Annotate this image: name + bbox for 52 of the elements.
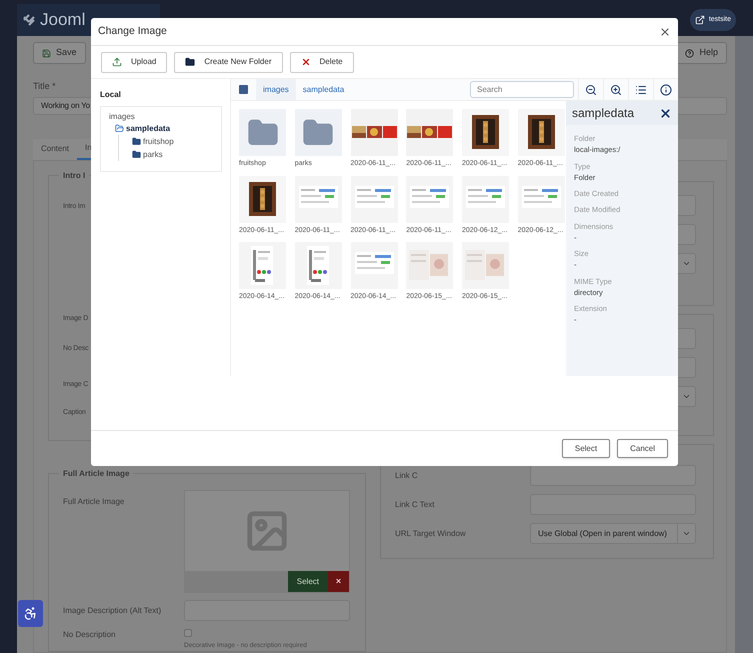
field-label: No Description [63, 629, 116, 642]
field-label: Title * [33, 80, 56, 93]
field-label: Image Description (Alt Text) [63, 604, 162, 617]
tree-item[interactable]: sampledata [126, 122, 170, 134]
zoom-out-icon [585, 84, 597, 96]
modal-title: Change Image [98, 24, 167, 39]
toolbar-button[interactable]: Create New Folder [174, 52, 282, 72]
logo-text: Jooml [40, 9, 86, 32]
footer-button[interactable]: Cancel [617, 439, 668, 458]
toolbar-button[interactable]: Delete [290, 52, 354, 72]
save-icon [42, 48, 51, 58]
clear-button[interactable]: × [328, 571, 349, 592]
close-button[interactable] [659, 106, 672, 120]
close-icon [659, 26, 671, 38]
breadcrumb-item[interactable]: images [256, 79, 296, 100]
select-field[interactable]: Use Global (Open in parent window) [530, 523, 696, 544]
close-button[interactable] [659, 26, 671, 38]
search-field[interactable]: Search [470, 81, 574, 98]
input-field[interactable] [530, 465, 696, 486]
folder-tile[interactable] [239, 109, 286, 156]
tree-item[interactable]: parks [143, 148, 163, 160]
field-label: Link C [395, 470, 418, 482]
info-icon [660, 84, 672, 96]
folder-icon [115, 124, 124, 133]
tree-heading: Local [100, 89, 122, 101]
help-button[interactable]: Help [676, 42, 727, 64]
save-button[interactable]: Save [33, 42, 86, 64]
zoom-in-icon [610, 84, 622, 96]
info-title: sampledata [572, 105, 634, 122]
close-icon [300, 57, 310, 67]
toolbar-button[interactable]: Upload [101, 52, 168, 72]
folder-icon [132, 137, 141, 146]
footer-button[interactable]: Select [562, 439, 610, 458]
field-label: Link C Text [395, 498, 434, 511]
external-link-icon [694, 15, 705, 25]
folder-icon [185, 57, 196, 67]
help-icon [685, 48, 694, 58]
folder-icon [132, 150, 141, 159]
field-label: URL Target Window [395, 528, 466, 540]
tree-item[interactable]: images [109, 111, 221, 122]
breadcrumb-item[interactable]: sampledata [296, 79, 352, 100]
folder-tile[interactable] [294, 109, 342, 156]
field-label: Full Article Image [63, 496, 126, 508]
accessibility-icon [23, 606, 38, 621]
accessibility-button[interactable] [18, 600, 43, 627]
select-button[interactable]: Select [288, 571, 328, 592]
tree-item[interactable]: fruitshop [143, 136, 174, 148]
select-all-checkbox[interactable] [239, 85, 248, 94]
upload-icon [112, 57, 122, 67]
checkbox[interactable] [184, 629, 192, 638]
close-icon [659, 106, 672, 120]
fieldset-legend: Full Article Image [59, 468, 134, 480]
